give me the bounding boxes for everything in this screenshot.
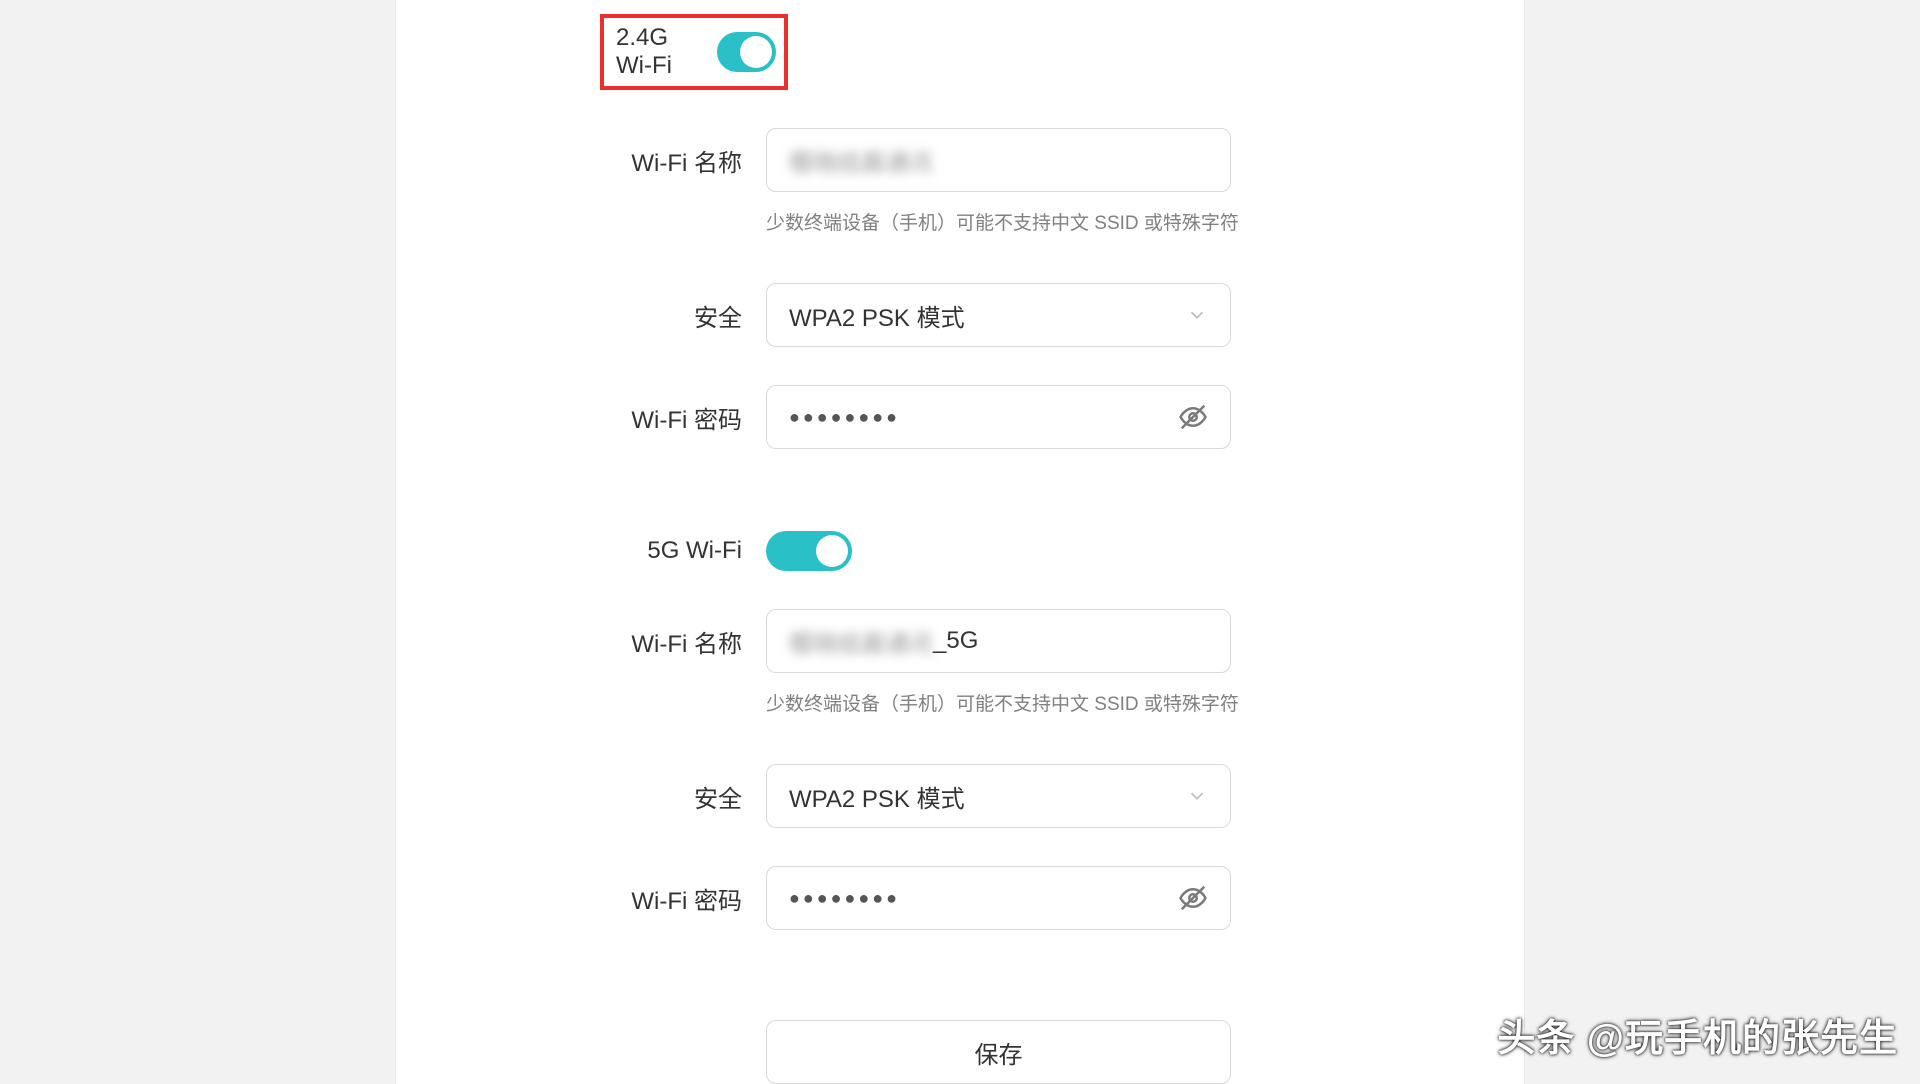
wifi5g-security-row: 安全 WPA2 PSK 模式 — [396, 764, 1524, 828]
wifi5g-password-label: Wi-Fi 密码 — [396, 881, 766, 916]
wifi5g-security-value: WPA2 PSK 模式 — [789, 779, 965, 814]
wifi5g-toggle-row: 5G Wi-Fi — [396, 531, 1524, 571]
save-row: 保存 — [396, 1020, 1524, 1084]
wifi5g-toggle-label: 5G Wi-Fi — [396, 537, 766, 565]
wifi24-security-select[interactable]: WPA2 PSK 模式 — [766, 283, 1231, 347]
settings-panel: 2.4G Wi-Fi Wi-Fi 名称 樱晓结晨通讯 少数终端设备（手机）可能不… — [395, 0, 1525, 1084]
wifi5g-ssid-hint: 少数终端设备（手机）可能不支持中文 SSID 或特殊字符 — [766, 689, 1239, 716]
wifi5g-password-value: ●●●●●●●● — [789, 888, 900, 909]
toggle-knob — [816, 535, 848, 567]
wifi24-ssid-hint: 少数终端设备（手机）可能不支持中文 SSID 或特殊字符 — [766, 208, 1239, 235]
wifi5g-security-label: 安全 — [396, 779, 766, 814]
wifi24-password-label: Wi-Fi 密码 — [396, 400, 766, 435]
save-button-label: 保存 — [975, 1035, 1023, 1070]
wifi5g-password-row: Wi-Fi 密码 ●●●●●●●● — [396, 866, 1524, 930]
eye-hidden-icon[interactable] — [1178, 883, 1208, 913]
wifi5g-password-input[interactable]: ●●●●●●●● — [766, 866, 1231, 930]
wifi24-security-row: 安全 WPA2 PSK 模式 — [396, 283, 1524, 347]
wifi24-name-label: Wi-Fi 名称 — [396, 143, 766, 178]
chevron-down-icon — [1186, 304, 1208, 326]
chevron-down-icon — [1186, 785, 1208, 807]
wifi24-name-row: Wi-Fi 名称 樱晓结晨通讯 — [396, 128, 1524, 192]
wifi24-name-value: 樱晓结晨通讯 — [789, 143, 933, 178]
wifi5g-security-select[interactable]: WPA2 PSK 模式 — [766, 764, 1231, 828]
save-button[interactable]: 保存 — [766, 1020, 1231, 1084]
wifi24-password-row: Wi-Fi 密码 ●●●●●●●● — [396, 385, 1524, 449]
wifi5g-name-input[interactable]: 樱晓结晨通讯_5G — [766, 609, 1231, 673]
watermark: 头条 @玩手机的张先生 — [1497, 1007, 1898, 1062]
wifi5g-hint-row: 少数终端设备（手机）可能不支持中文 SSID 或特殊字符 — [396, 689, 1524, 716]
wifi24-security-label: 安全 — [396, 298, 766, 333]
wifi24-toggle[interactable] — [717, 32, 776, 72]
eye-hidden-icon[interactable] — [1178, 402, 1208, 432]
wifi24-toggle-label: 2.4G Wi-Fi — [616, 24, 695, 80]
wifi5g-name-value-suffix: _5G — [933, 627, 978, 655]
wifi24-name-input[interactable]: 樱晓结晨通讯 — [766, 128, 1231, 192]
wifi5g-toggle[interactable] — [766, 531, 852, 571]
wifi24-password-value: ●●●●●●●● — [789, 407, 900, 428]
wifi24-password-input[interactable]: ●●●●●●●● — [766, 385, 1231, 449]
wifi5g-name-label: Wi-Fi 名称 — [396, 624, 766, 659]
wifi24-toggle-row: 2.4G Wi-Fi — [396, 14, 1524, 90]
wifi24-highlight-box: 2.4G Wi-Fi — [600, 14, 788, 90]
wifi24-hint-row: 少数终端设备（手机）可能不支持中文 SSID 或特殊字符 — [396, 208, 1524, 235]
wifi24-security-value: WPA2 PSK 模式 — [789, 298, 965, 333]
toggle-knob — [740, 36, 772, 68]
wifi5g-name-row: Wi-Fi 名称 樱晓结晨通讯_5G — [396, 609, 1524, 673]
wifi5g-name-value-blur: 樱晓结晨通讯 — [789, 624, 933, 659]
